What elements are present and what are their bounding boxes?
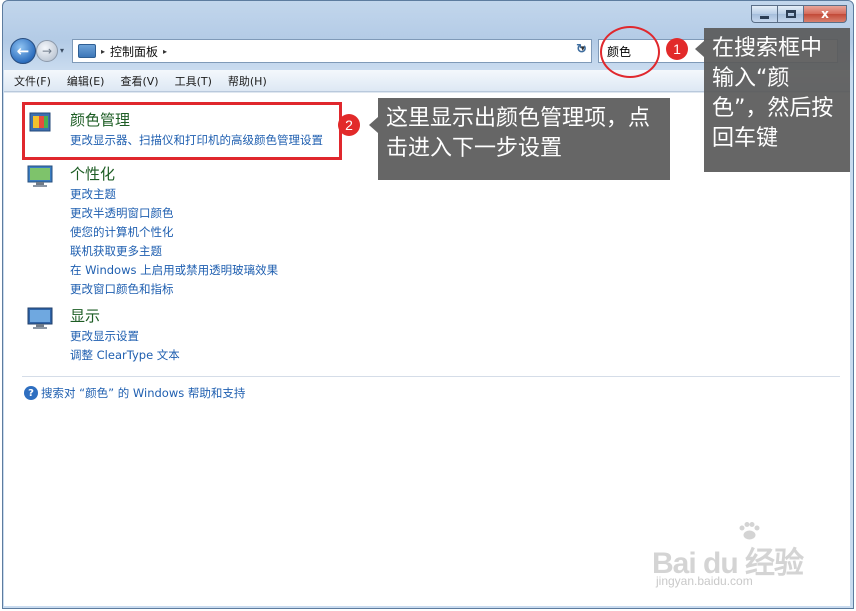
link-adjust-cleartype[interactable]: 调整 ClearType 文本 bbox=[70, 346, 180, 365]
link-get-more-themes[interactable]: 联机获取更多主题 bbox=[70, 242, 278, 261]
callout-1-pointer bbox=[695, 41, 704, 57]
link-change-theme[interactable]: 更改主题 bbox=[70, 185, 278, 204]
maximize-icon bbox=[785, 10, 796, 18]
control-panel-icon bbox=[78, 44, 96, 58]
link-change-display-settings[interactable]: 更改显示设置 bbox=[70, 327, 180, 346]
menu-help[interactable]: 帮助(H) bbox=[228, 73, 267, 89]
breadcrumb-control-panel[interactable]: 控制面板 bbox=[110, 43, 158, 60]
callout-2-pointer bbox=[369, 117, 378, 133]
link-toggle-transparent-glass[interactable]: 在 Windows 上启用或禁用透明玻璃效果 bbox=[70, 261, 278, 280]
help-search-link[interactable]: 搜索对 “颜色” 的 Windows 帮助和支持 bbox=[41, 385, 245, 401]
minimize-button[interactable] bbox=[751, 5, 777, 23]
caption-buttons: x bbox=[751, 5, 847, 23]
back-arrow-icon: ← bbox=[16, 42, 30, 60]
refresh-icon: ↻ bbox=[576, 42, 587, 57]
close-button[interactable]: x bbox=[803, 5, 847, 23]
callout-step-2: 这里显示出颜色管理项，点击进入下一步设置 bbox=[378, 98, 670, 180]
search-box-highlight bbox=[600, 26, 660, 78]
back-button[interactable]: ← bbox=[10, 38, 36, 64]
callout-step-1: 在搜索框中输入“颜色”，然后按回车键 bbox=[704, 28, 850, 172]
results-divider bbox=[22, 376, 840, 377]
link-personalize-computer[interactable]: 使您的计算机个性化 bbox=[70, 223, 278, 242]
link-translucent-window-color[interactable]: 更改半透明窗口颜色 bbox=[70, 204, 278, 223]
address-bar[interactable]: ▸ 控制面板 ▸ ▾ bbox=[72, 39, 592, 63]
step-2-badge: 2 bbox=[338, 114, 360, 136]
maximize-button[interactable] bbox=[777, 5, 803, 23]
result-title-display[interactable]: 显示 bbox=[70, 305, 100, 326]
breadcrumb-separator[interactable]: ▸ bbox=[101, 47, 105, 56]
close-icon: x bbox=[821, 7, 829, 21]
menu-tools[interactable]: 工具(T) bbox=[175, 73, 212, 89]
step-1-badge: 1 bbox=[666, 38, 688, 60]
breadcrumb-separator-trailing[interactable]: ▸ bbox=[163, 47, 167, 56]
forward-arrow-icon: → bbox=[41, 44, 53, 58]
refresh-button[interactable]: ↻ bbox=[576, 42, 594, 60]
minimize-icon bbox=[760, 15, 769, 19]
help-icon: ? bbox=[24, 386, 38, 400]
display-icon bbox=[27, 307, 53, 329]
result-title-personalization[interactable]: 个性化 bbox=[70, 163, 115, 184]
forward-button[interactable]: → bbox=[36, 40, 58, 62]
link-window-color-metrics[interactable]: 更改窗口颜色和指标 bbox=[70, 280, 278, 299]
color-management-highlight bbox=[22, 102, 342, 160]
recent-pages-dropdown[interactable]: ▾ bbox=[60, 46, 64, 55]
menu-edit[interactable]: 编辑(E) bbox=[67, 73, 105, 89]
personalization-icon bbox=[27, 165, 53, 187]
baidu-jingyan-watermark: Bai du 经验 jingyan.baidu.com bbox=[652, 520, 822, 590]
watermark-url: jingyan.baidu.com bbox=[656, 574, 753, 588]
menu-view[interactable]: 查看(V) bbox=[120, 73, 158, 89]
help-search-row[interactable]: ? 搜索对 “颜色” 的 Windows 帮助和支持 bbox=[24, 385, 245, 401]
menu-file[interactable]: 文件(F) bbox=[14, 73, 51, 89]
